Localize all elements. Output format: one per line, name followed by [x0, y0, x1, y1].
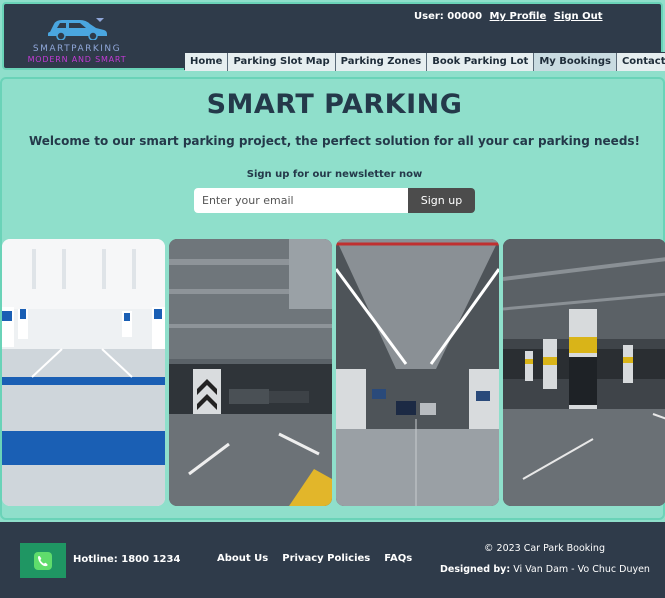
user-bar: User: 00000 My Profile Sign Out — [414, 11, 603, 25]
site-footer: Hotline: 1800 1234 About Us Privacy Poli… — [0, 522, 665, 598]
site-header: SMARTPARKING MODERN AND SMART User: 0000… — [2, 2, 665, 71]
nav-contact-us[interactable]: Contact Us — [616, 53, 665, 71]
nav-my-bookings[interactable]: My Bookings — [534, 53, 617, 71]
nav-parking-slot-map[interactable]: Parking Slot Map — [228, 53, 336, 71]
newsletter-label: Sign up for our newsletter now — [246, 169, 423, 180]
designed-by: Designed by: Vi Van Dam - Vo Chuc Duyen — [440, 564, 650, 575]
logo-text-primary: SMARTPARKING — [32, 44, 122, 54]
welcome-text: Welcome to our smart parking project, th… — [28, 134, 641, 148]
parking-photo-1 — [2, 239, 165, 506]
car-logo-icon — [48, 18, 107, 40]
logo-text-tagline: MODERN AND SMART — [27, 55, 127, 64]
parking-photo-4 — [503, 239, 665, 506]
main-content: SMART PARKING Welcome to our smart parki… — [0, 77, 665, 520]
sign-out-link[interactable]: Sign Out — [554, 11, 603, 22]
nav-home[interactable]: Home — [185, 53, 229, 71]
parking-photo-3 — [336, 239, 499, 506]
parking-photo-2 — [169, 239, 332, 506]
hotline-icon-box[interactable] — [20, 543, 66, 578]
footer-link-about-us[interactable]: About Us — [217, 553, 268, 564]
site-logo[interactable]: SMARTPARKING MODERN AND SMART — [22, 12, 132, 68]
footer-links: About Us Privacy Policies FAQs — [217, 553, 412, 564]
parking-photo-gallery — [2, 239, 665, 507]
phone-icon — [34, 551, 52, 570]
newsletter-email-input[interactable] — [194, 188, 408, 213]
nav-book-parking-lot[interactable]: Book Parking Lot — [427, 53, 535, 71]
user-label: User: 00000 — [414, 11, 483, 22]
designed-by-names: Vi Van Dam - Vo Chuc Duyen — [513, 564, 650, 575]
newsletter-signup-button[interactable]: Sign up — [408, 188, 475, 213]
footer-link-privacy-policies[interactable]: Privacy Policies — [282, 553, 370, 564]
main-nav: Home Parking Slot Map Parking Zones Book… — [184, 52, 665, 71]
my-profile-link[interactable]: My Profile — [490, 11, 547, 22]
nav-parking-zones[interactable]: Parking Zones — [335, 53, 428, 71]
hotline-text: Hotline: 1800 1234 — [73, 554, 181, 565]
copyright-text: © 2023 Car Park Booking — [484, 543, 605, 554]
page-title: SMART PARKING — [206, 89, 463, 120]
designed-by-label: Designed by: — [440, 564, 511, 575]
footer-link-faqs[interactable]: FAQs — [384, 553, 412, 564]
